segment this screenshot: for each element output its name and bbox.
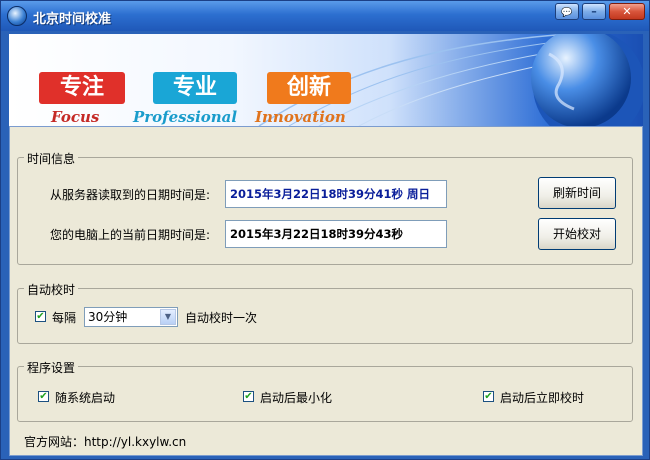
interval-select[interactable]: 30分钟 ▼ xyxy=(84,307,178,327)
auto-suffix-label: 自动校时一次 xyxy=(185,311,258,325)
close-button[interactable]: ✕ xyxy=(609,3,645,20)
startup-label: 随系统启动 xyxy=(55,391,116,405)
interval-value: 30分钟 xyxy=(88,310,128,324)
refresh-time-button[interactable]: 刷新时间 xyxy=(538,177,616,209)
server-time-label: 从服务器读取到的日期时间是: xyxy=(50,188,211,202)
title-bar[interactable]: 北京时间校准 💬 – ✕ xyxy=(1,1,649,31)
brand-innovation-en: Innovation xyxy=(255,108,346,126)
help-button[interactable]: 💬 xyxy=(555,3,579,20)
program-settings-group: 程序设置 ✔ 随系统启动 ✔ 启动后最小化 ✔ 启动后立即校时 xyxy=(17,359,633,422)
immediate-calibrate-checkbox[interactable]: ✔ xyxy=(483,391,494,402)
brand-professional-en: Professional xyxy=(133,108,238,126)
website-link[interactable]: 官方网站：http://yl.kxylw.cn xyxy=(24,433,186,450)
time-info-group: 时间信息 从服务器读取到的日期时间是: 2015年3月22日18时39分41秒 … xyxy=(17,150,633,265)
main-panel: 时间信息 从服务器读取到的日期时间是: 2015年3月22日18时39分41秒 … xyxy=(9,126,643,456)
banner: 专注 Focus 专业 Professional 创新 Innovation xyxy=(9,34,643,126)
brand-professional-cn: 专业 xyxy=(153,72,237,104)
dropdown-arrow-icon[interactable]: ▼ xyxy=(160,309,176,325)
window-title: 北京时间校准 xyxy=(33,12,112,27)
every-label: 每隔 xyxy=(52,311,77,325)
auto-calibrate-title: 自动校时 xyxy=(24,281,79,298)
minimize-checkbox[interactable]: ✔ xyxy=(243,391,254,402)
startup-checkbox[interactable]: ✔ xyxy=(38,391,49,402)
close-icon: ✕ xyxy=(622,5,632,18)
auto-calibrate-group: 自动校时 ✔ 每隔 30分钟 ▼ 自动校时一次 xyxy=(17,281,633,344)
speech-bubble-icon: 💬 xyxy=(561,8,573,18)
app-window: 北京时间校准 💬 – ✕ 专注 Focus 专业 Professional 创新… xyxy=(0,0,650,460)
program-settings-title: 程序设置 xyxy=(24,359,79,376)
start-calibrate-button[interactable]: 开始校对 xyxy=(538,218,616,250)
local-time-field[interactable]: 2015年3月22日18时39分43秒 xyxy=(225,220,447,248)
minimize-button[interactable]: – xyxy=(582,3,606,20)
brand-focus-cn: 专注 xyxy=(39,72,125,104)
minimize-label: 启动后最小化 xyxy=(260,391,333,405)
time-info-title: 时间信息 xyxy=(24,150,79,167)
brand-innovation-cn: 创新 xyxy=(267,72,351,104)
globe-icon xyxy=(7,6,27,26)
local-time-label: 您的电脑上的当前日期时间是: xyxy=(50,228,211,242)
server-time-field[interactable]: 2015年3月22日18时39分41秒 周日 xyxy=(225,180,447,208)
immediate-calibrate-label: 启动后立即校时 xyxy=(500,391,585,405)
brand-focus-en: Focus xyxy=(51,108,100,126)
minimize-icon: – xyxy=(591,5,597,18)
every-checkbox[interactable]: ✔ xyxy=(35,311,46,322)
